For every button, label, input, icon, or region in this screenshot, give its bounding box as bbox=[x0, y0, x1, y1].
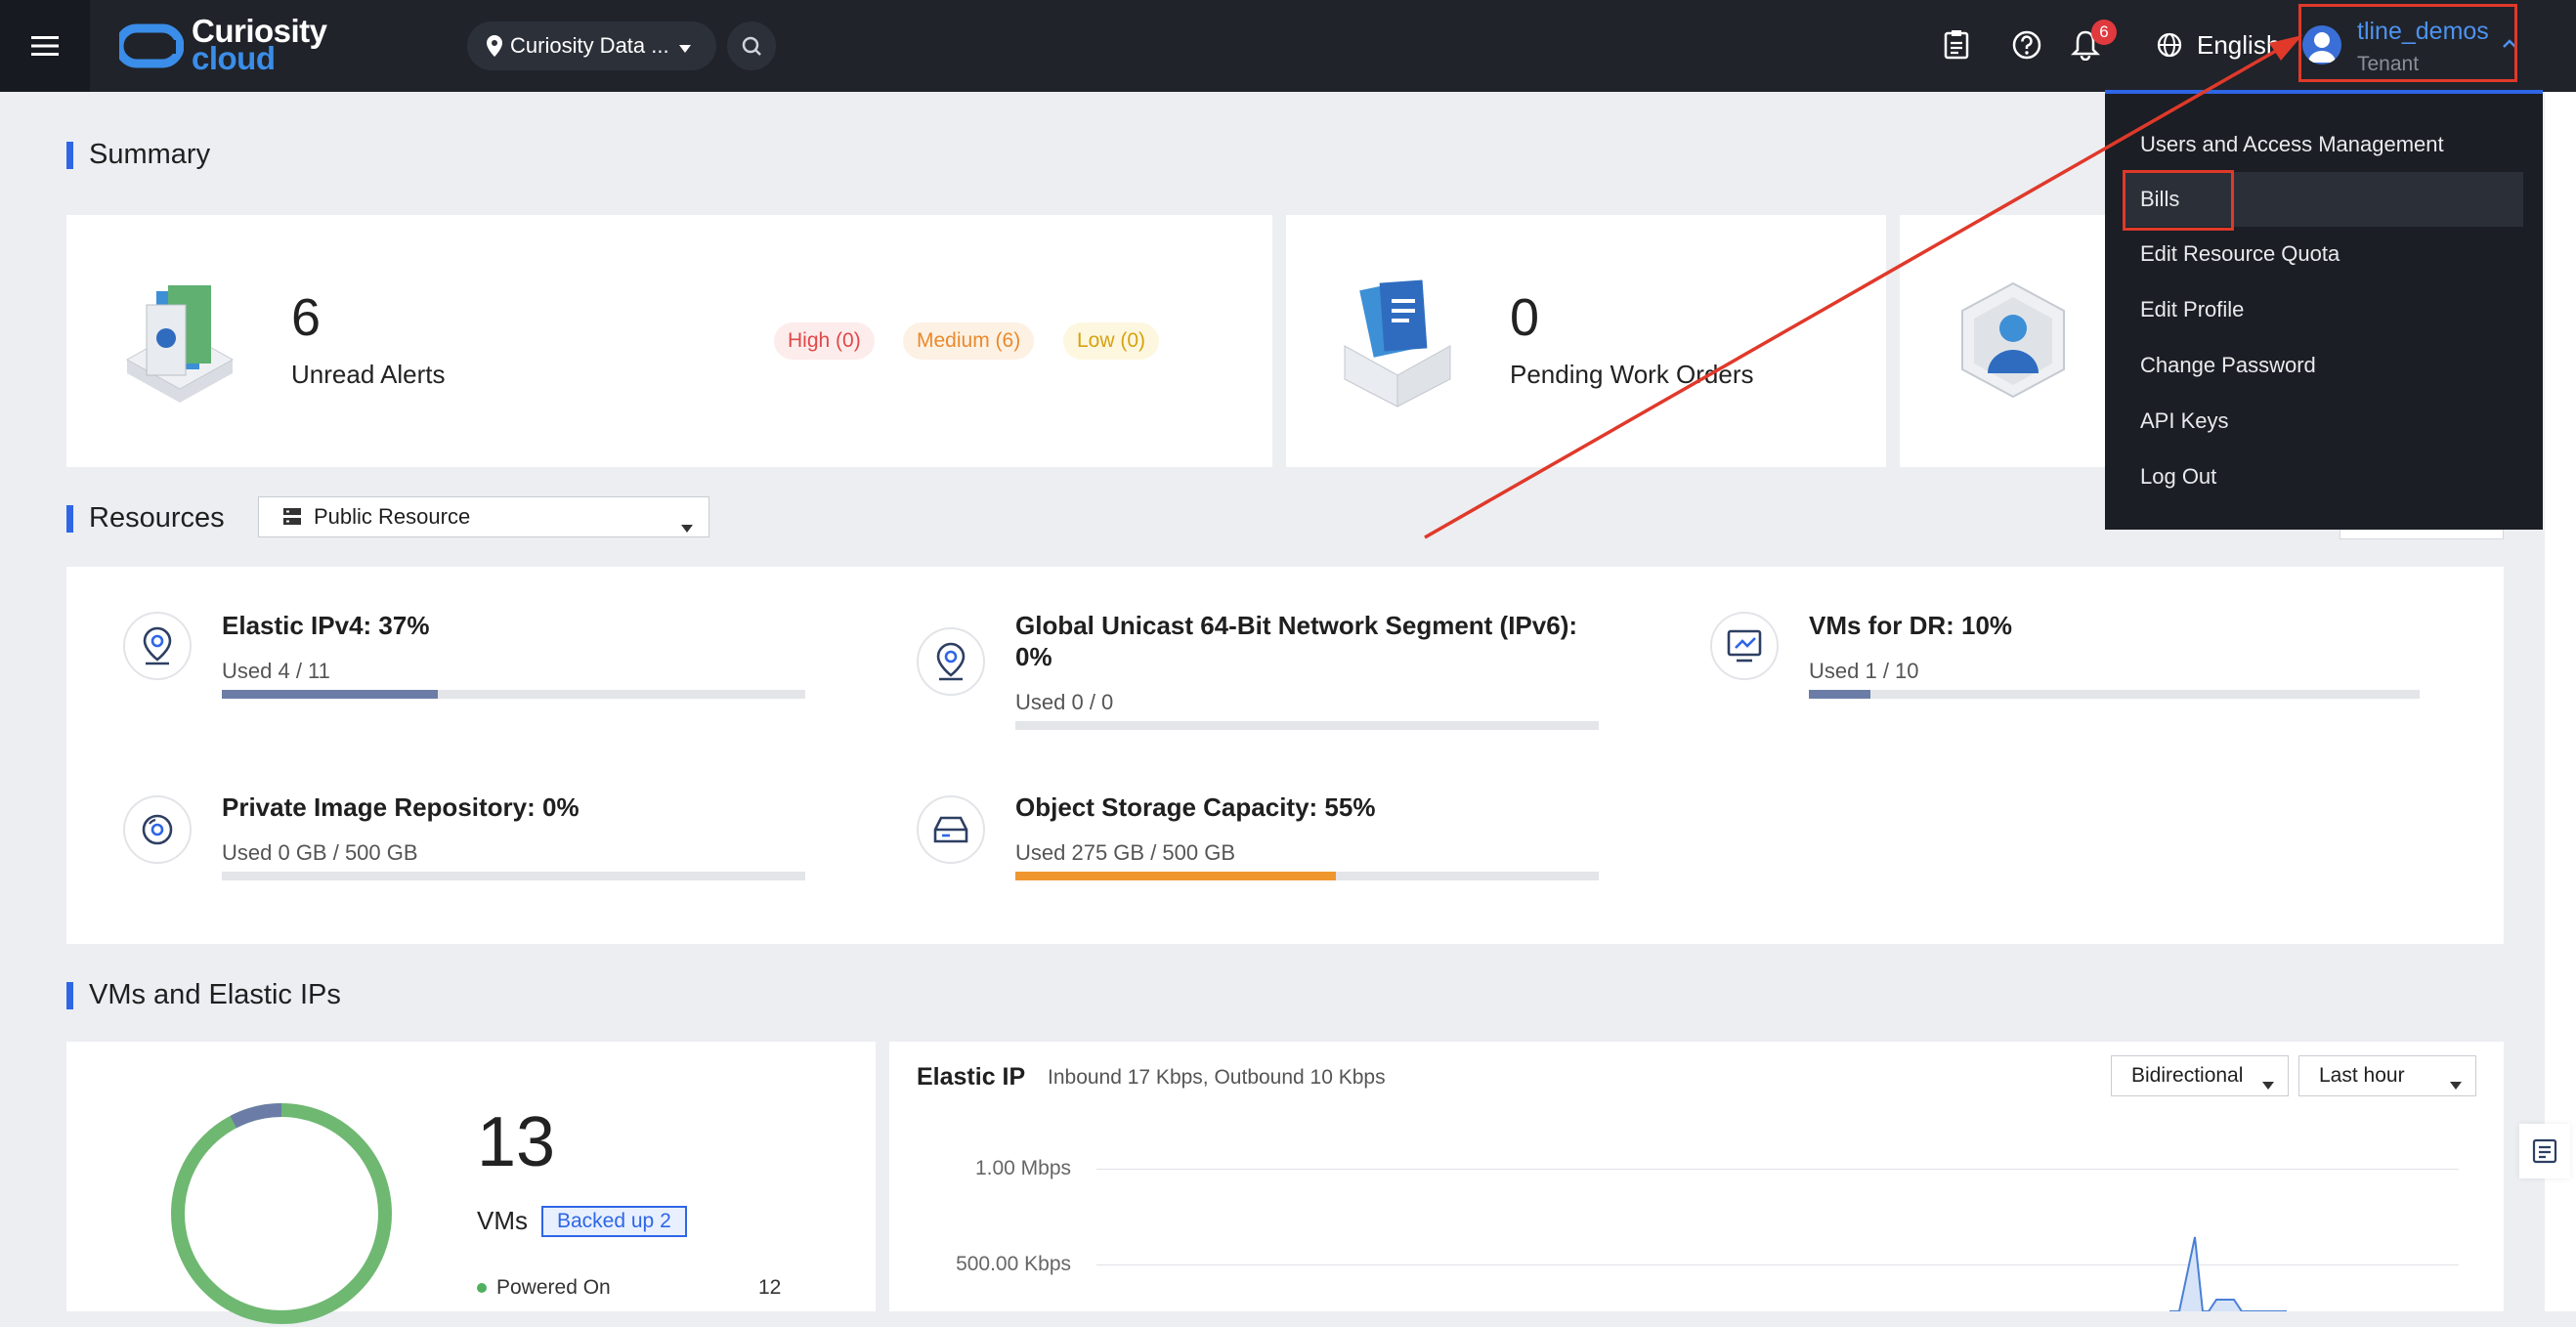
vm-label: VMs bbox=[477, 1206, 528, 1235]
ipv6-segment-icon bbox=[917, 627, 985, 696]
user-illustration-icon bbox=[1961, 281, 2065, 399]
powered-on-label: Powered On bbox=[496, 1276, 611, 1299]
logo-text-line2: cloud bbox=[192, 40, 276, 76]
gridline bbox=[1096, 1169, 2459, 1170]
donut-other-segment bbox=[230, 1103, 282, 1129]
unread-alerts-label: Unread Alerts bbox=[291, 360, 446, 389]
object-storage-progress bbox=[1015, 872, 1599, 880]
user-dropdown-menu: Users and Access Management Bills Edit R… bbox=[2105, 94, 2543, 530]
pending-work-orders-label: Pending Work Orders bbox=[1510, 360, 1754, 389]
powered-on-count: 12 bbox=[758, 1276, 782, 1299]
y-axis-tick-1: 1.00 Mbps bbox=[974, 1157, 1071, 1179]
language-selector[interactable]: English bbox=[2152, 27, 2280, 63]
resources-section-title: Resources bbox=[66, 502, 225, 535]
help-button[interactable] bbox=[2009, 27, 2044, 63]
alerts-illustration-icon bbox=[125, 285, 235, 403]
resource-type-dropdown[interactable]: Public Resource bbox=[258, 496, 709, 537]
vm-total-count: 13 bbox=[477, 1103, 556, 1181]
vms-for-dr-icon bbox=[1710, 612, 1779, 680]
work-order-button[interactable] bbox=[1939, 27, 1974, 63]
elastic-ipv4-icon bbox=[123, 612, 192, 680]
work-orders-illustration-icon bbox=[1344, 279, 1451, 407]
time-range-label: Last hour bbox=[2319, 1064, 2405, 1087]
time-range-select[interactable]: Last hour bbox=[2298, 1055, 2476, 1096]
elastic-ip-title: Elastic IP bbox=[917, 1063, 1026, 1091]
menu-item-log-out[interactable]: Log Out bbox=[2105, 449, 2543, 504]
alert-high-pill[interactable]: High (0) bbox=[774, 322, 875, 360]
private-image-repository-icon bbox=[123, 795, 192, 864]
menu-item-edit-profile[interactable]: Edit Profile bbox=[2105, 282, 2543, 337]
vms-title: VMs and Elastic IPs bbox=[89, 979, 341, 1010]
elastic-ipv4-progress bbox=[222, 690, 805, 699]
ipv6-segment-percent: 0% bbox=[1015, 642, 1052, 671]
unread-alerts-count: 6 bbox=[291, 288, 322, 347]
alert-medium-pill[interactable]: Medium (6) bbox=[903, 322, 1035, 360]
vms-section-title: VMs and Elastic IPs bbox=[66, 979, 341, 1011]
resource-type-label: Public Resource bbox=[314, 504, 471, 529]
ipv6-segment-title: Global Unicast 64-Bit Network Segment (I… bbox=[1015, 611, 1578, 640]
chevron-down-icon bbox=[681, 513, 693, 538]
chevron-down-icon bbox=[678, 33, 691, 59]
floating-side-button[interactable] bbox=[2519, 1124, 2570, 1178]
private-image-repository-used: Used 0 GB / 500 GB bbox=[222, 840, 418, 865]
ipv6-segment-used: Used 0 / 0 bbox=[1015, 690, 1114, 714]
vm-status-donut bbox=[171, 1103, 392, 1324]
user-highlight-box bbox=[2298, 4, 2517, 82]
backed-up-badge[interactable]: Backed up 2 bbox=[541, 1206, 687, 1237]
green-dot-icon bbox=[477, 1283, 487, 1293]
notification-badge: 6 bbox=[2091, 20, 2117, 45]
help-icon bbox=[2012, 30, 2041, 60]
alert-low-pill[interactable]: Low (0) bbox=[1063, 322, 1160, 360]
powered-on-legend: Powered On bbox=[477, 1276, 611, 1300]
menu-item-edit-quota[interactable]: Edit Resource Quota bbox=[2105, 227, 2543, 281]
direction-select[interactable]: Bidirectional bbox=[2111, 1055, 2289, 1096]
elastic-ipv4-used: Used 4 / 11 bbox=[222, 659, 330, 683]
vms-for-dr-progress bbox=[1809, 690, 2420, 699]
chevron-down-icon bbox=[2262, 1072, 2274, 1095]
ipv6-segment-progress bbox=[1015, 721, 1599, 730]
object-storage-used: Used 275 GB / 500 GB bbox=[1015, 840, 1236, 865]
server-icon bbox=[282, 507, 302, 527]
summary-section-title: Summary bbox=[66, 139, 210, 171]
menu-item-api-keys[interactable]: API Keys bbox=[2105, 394, 2543, 449]
private-image-repository-title: Private Image Repository: 0% bbox=[222, 792, 580, 822]
search-button[interactable] bbox=[727, 21, 776, 70]
clipboard-icon bbox=[1944, 30, 1969, 60]
list-check-icon bbox=[2532, 1138, 2557, 1164]
y-axis-tick-2: 500.00 Kbps bbox=[956, 1253, 1071, 1275]
bills-highlight-box bbox=[2123, 170, 2234, 231]
resources-title: Resources bbox=[89, 502, 225, 534]
vms-for-dr-used: Used 1 / 10 bbox=[1809, 659, 1919, 683]
object-storage-icon bbox=[917, 795, 985, 864]
private-image-repository-progress bbox=[222, 872, 805, 880]
pending-work-orders-count: 0 bbox=[1510, 288, 1540, 347]
elastic-ip-subtitle: Inbound 17 Kbps, Outbound 10 Kbps bbox=[1048, 1066, 1386, 1089]
menu-item-users-access[interactable]: Users and Access Management bbox=[2105, 117, 2543, 172]
cloud-logo-icon bbox=[119, 23, 184, 68]
logo[interactable]: Curiosity cloud bbox=[119, 15, 327, 76]
region-selector[interactable]: Curiosity Data ... bbox=[467, 21, 716, 70]
vms-for-dr-title: VMs for DR: 10% bbox=[1809, 611, 2013, 640]
hamburger-icon bbox=[31, 36, 59, 56]
region-label: Curiosity Data ... bbox=[510, 33, 669, 58]
chevron-down-icon bbox=[2450, 1072, 2462, 1095]
traffic-spike-series bbox=[2169, 1236, 2287, 1311]
globe-icon bbox=[2152, 27, 2187, 63]
menu-item-change-password[interactable]: Change Password bbox=[2105, 338, 2543, 393]
location-pin-icon bbox=[487, 35, 502, 57]
language-label: English bbox=[2197, 29, 2281, 60]
search-icon bbox=[742, 36, 761, 56]
object-storage-title: Object Storage Capacity: 55% bbox=[1015, 792, 1376, 822]
hamburger-menu-button[interactable] bbox=[0, 0, 90, 92]
summary-title: Summary bbox=[89, 139, 211, 170]
elastic-ipv4-title: Elastic IPv4: 37% bbox=[222, 611, 430, 640]
direction-label: Bidirectional bbox=[2131, 1064, 2244, 1087]
